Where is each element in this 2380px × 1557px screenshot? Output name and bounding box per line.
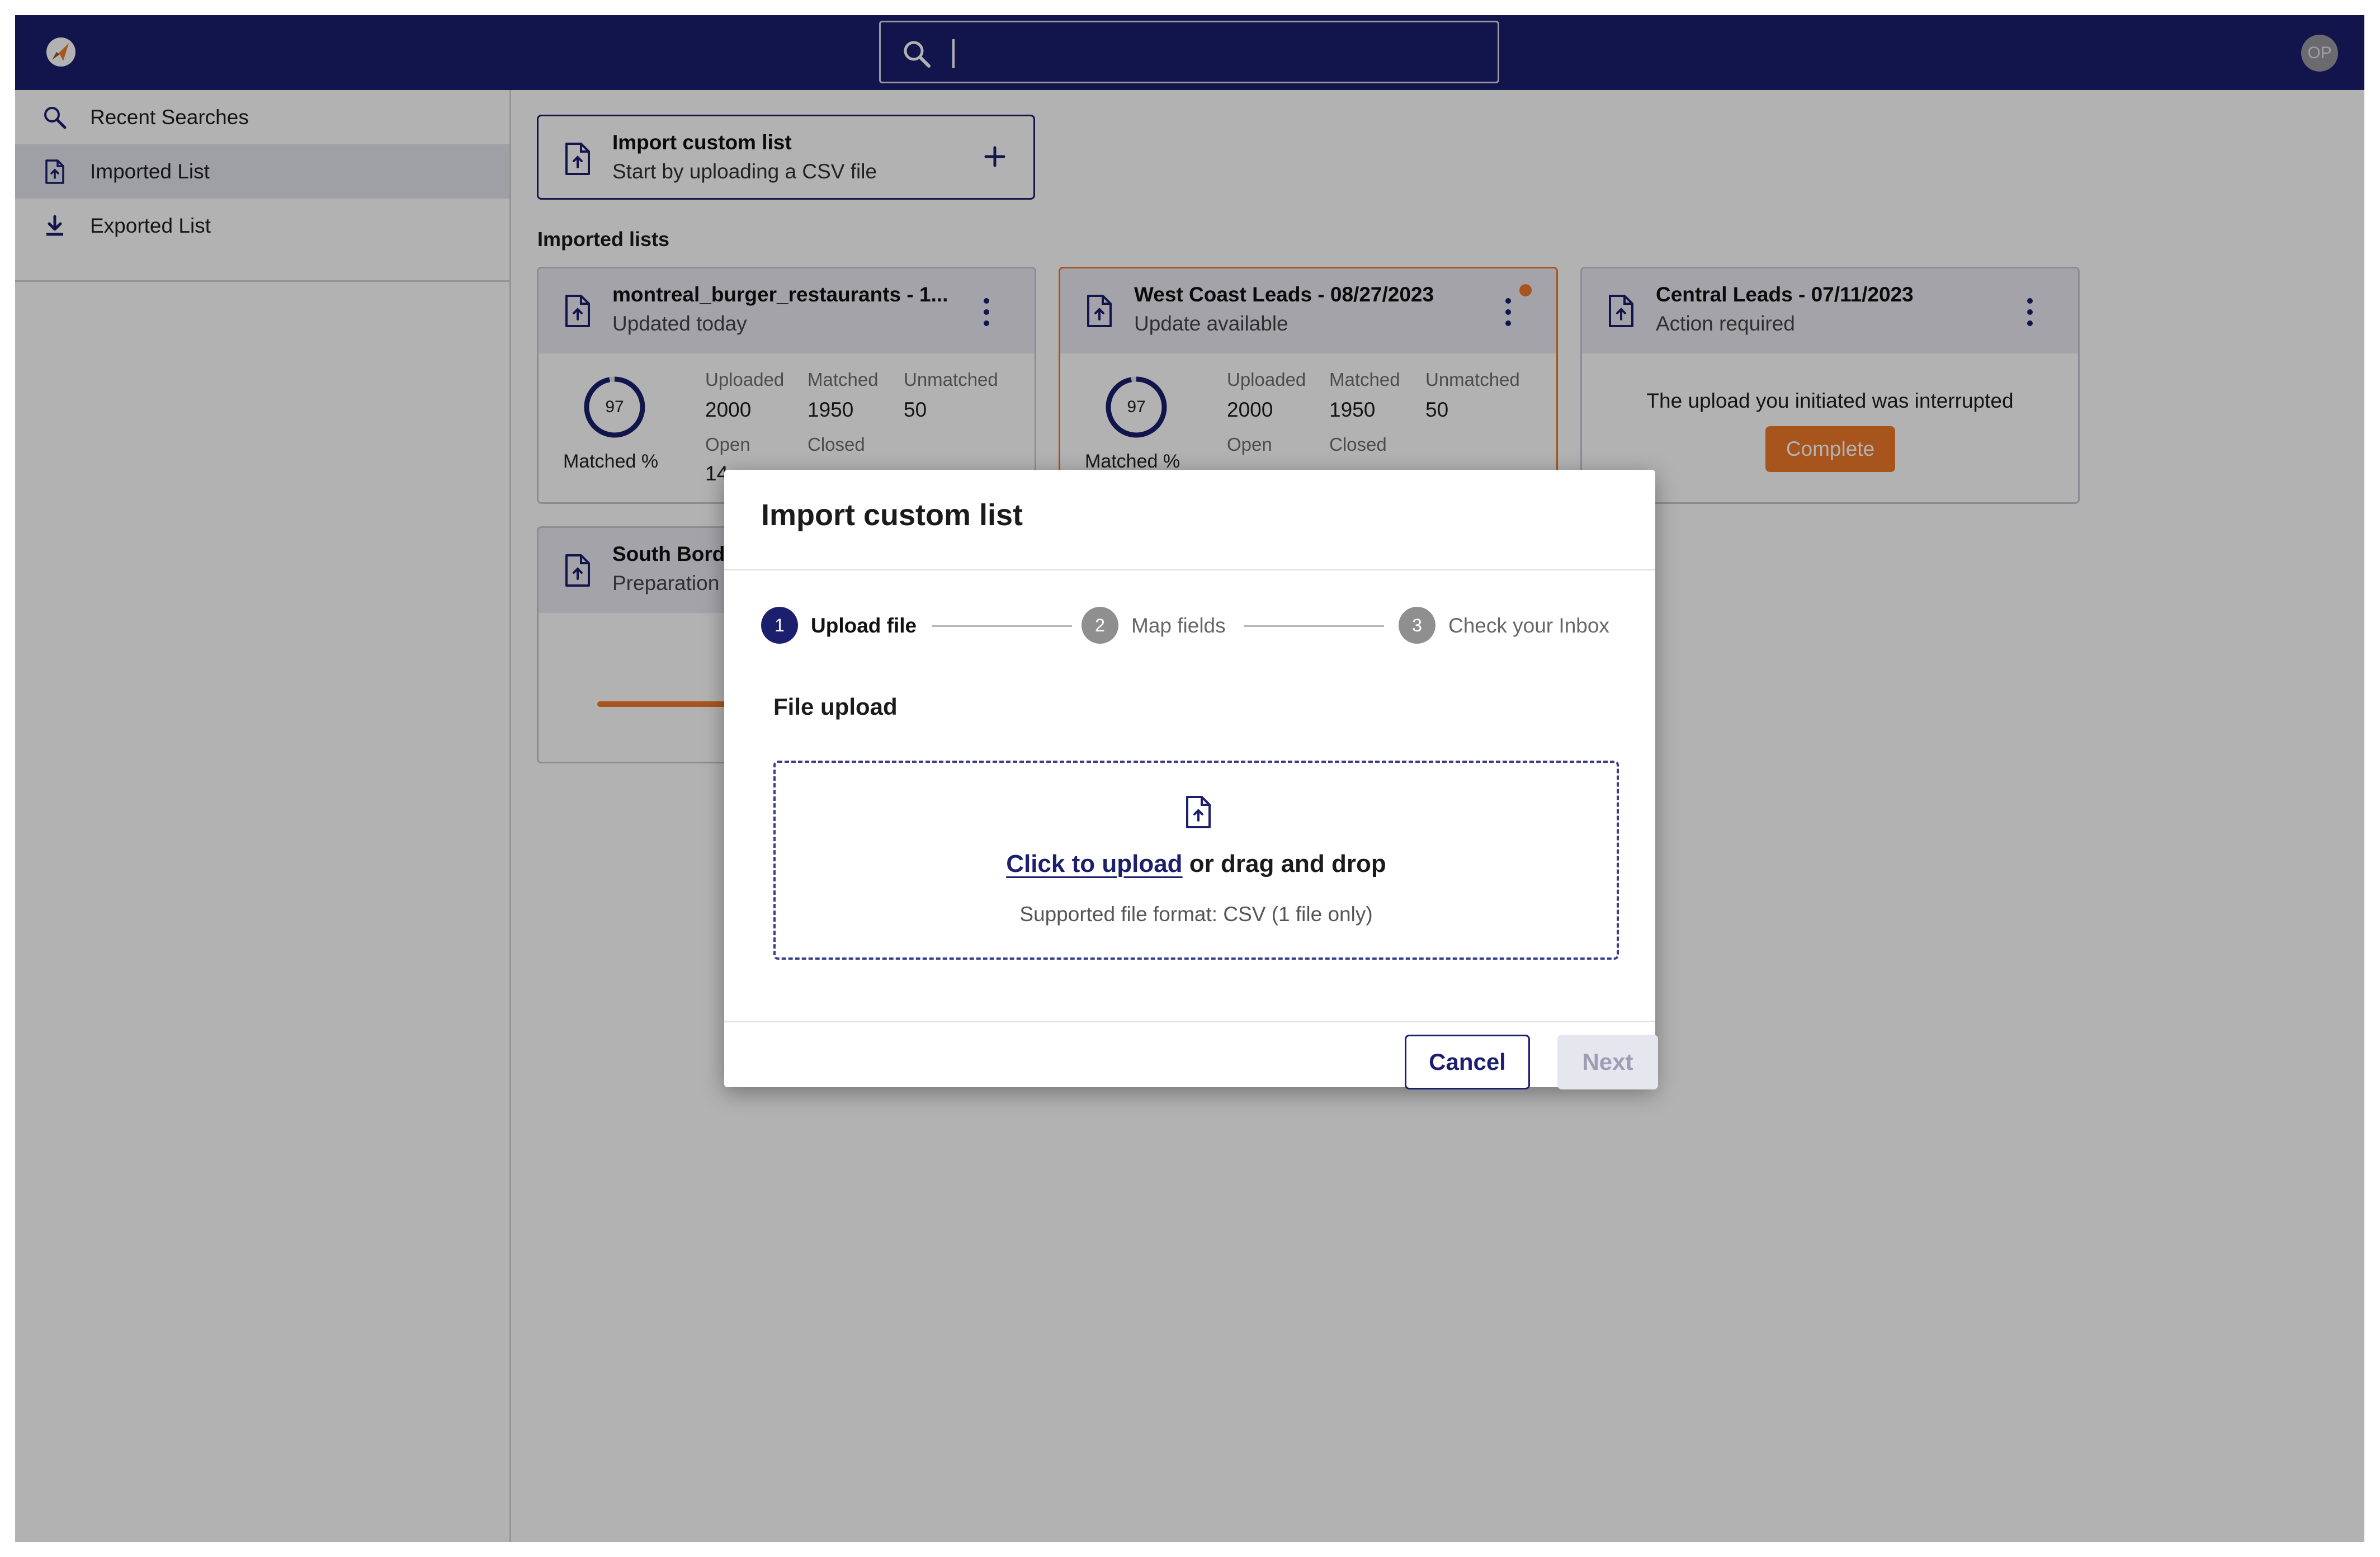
step-connector [932, 625, 1072, 627]
dropzone-instruction: Click to upload or drag and drop [776, 850, 1617, 878]
step-label: Check your Inbox [1448, 614, 1609, 637]
stepper: 1 Upload file 2 Map fields 3 Check your … [761, 606, 1622, 645]
cancel-button[interactable]: Cancel [1405, 1035, 1530, 1089]
file-dropzone[interactable]: Click to upload or drag and drop Support… [773, 761, 1619, 960]
divider [724, 569, 1655, 570]
step-label: Map fields [1131, 614, 1226, 637]
dropzone-hint: Supported file format: CSV (1 file only) [1019, 903, 1373, 926]
click-to-upload-link[interactable]: Click to upload [1006, 850, 1182, 877]
step-number: 1 [761, 607, 798, 644]
next-button[interactable]: Next [1557, 1035, 1658, 1089]
step-number: 3 [1399, 607, 1435, 644]
import-custom-list-dialog: Import custom list 1 Upload file 2 Map f… [724, 470, 1658, 1089]
dialog-title: Import custom list [761, 498, 1023, 532]
divider [724, 1021, 1655, 1022]
file-upload-title: File upload [773, 693, 898, 720]
step-number: 2 [1082, 607, 1118, 644]
app-window: OP Recent Searches Imported List Exporte… [15, 15, 2364, 1542]
step-label: Upload file [811, 614, 917, 637]
drag-and-drop-text: or drag and drop [1182, 850, 1386, 877]
step-connector [1244, 625, 1384, 627]
file-upload-icon [1186, 796, 1211, 828]
